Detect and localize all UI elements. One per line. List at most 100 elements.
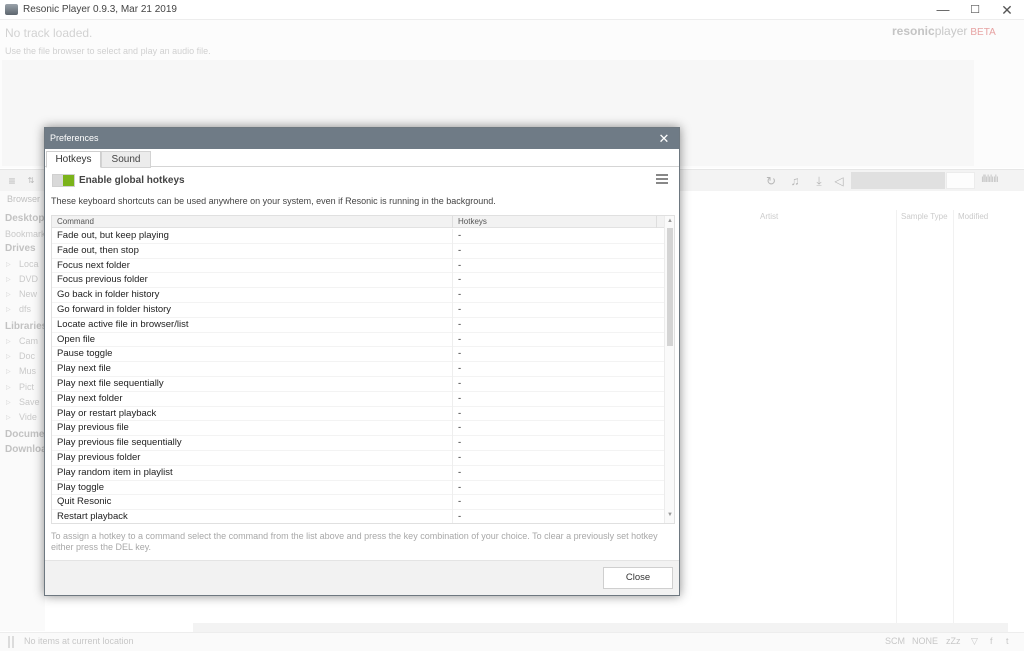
hotkey-cell[interactable]: - bbox=[458, 230, 461, 241]
expand-arrow-icon[interactable]: ▷ bbox=[6, 353, 11, 360]
global-hotkeys-label[interactable]: Enable global hotkeys bbox=[79, 175, 185, 186]
twitter-icon[interactable]: t bbox=[1006, 636, 1009, 646]
up-down-arrows-icon[interactable]: ⇅ bbox=[22, 172, 40, 190]
table-row[interactable]: Play next folder - bbox=[52, 392, 664, 407]
table-row[interactable]: Play or restart playback - bbox=[52, 407, 664, 422]
table-row[interactable]: Play random item in playlist - bbox=[52, 466, 664, 481]
close-button[interactable]: Close bbox=[603, 567, 673, 589]
scroll-up-icon[interactable]: ▲ bbox=[667, 218, 673, 224]
column-header-command[interactable]: Command bbox=[57, 217, 94, 226]
table-row[interactable]: Fade out, then stop - bbox=[52, 244, 664, 259]
command-cell: Focus previous folder bbox=[57, 274, 148, 286]
sidebar-item[interactable]: Drives bbox=[5, 243, 36, 254]
vertical-scrollbar[interactable]: ▲ ▼ bbox=[664, 216, 674, 523]
table-row[interactable]: Locate active file in browser/list - bbox=[52, 318, 664, 333]
hotkey-cell[interactable]: - bbox=[458, 245, 461, 256]
mute-icon[interactable]: ◁ bbox=[830, 172, 848, 190]
hotkey-cell[interactable]: - bbox=[458, 334, 461, 345]
sidebar-item[interactable]: Libraries bbox=[5, 321, 47, 332]
expand-arrow-icon[interactable]: ▷ bbox=[6, 276, 11, 283]
filter-icon[interactable]: ▽ bbox=[971, 636, 978, 647]
expand-arrow-icon[interactable]: ▷ bbox=[6, 399, 11, 406]
column-header-hotkeys[interactable]: Hotkeys bbox=[458, 217, 487, 226]
hotkey-cell[interactable]: - bbox=[458, 319, 461, 330]
scroll-down-icon[interactable]: ▼ bbox=[667, 512, 673, 518]
table-row[interactable]: Pause toggle - bbox=[52, 347, 664, 363]
table-row[interactable]: Focus next folder - bbox=[52, 259, 664, 274]
expand-arrow-icon[interactable]: ▷ bbox=[6, 306, 11, 313]
window-close-button[interactable]: ✕ bbox=[990, 0, 1024, 20]
options-menu-icon[interactable] bbox=[656, 173, 668, 185]
horizontal-scrollbar[interactable] bbox=[193, 623, 1008, 632]
expand-arrow-icon[interactable]: ▷ bbox=[6, 338, 11, 345]
sidebar-item[interactable]: Doc bbox=[19, 351, 35, 361]
menu-icon[interactable]: ≡ bbox=[3, 172, 21, 190]
column-header-modified[interactable]: Modified bbox=[958, 212, 988, 221]
hotkey-cell[interactable]: - bbox=[458, 496, 461, 507]
table-row[interactable]: Fade out, but keep playing - bbox=[52, 229, 664, 244]
sidebar-item[interactable]: Mus bbox=[19, 366, 36, 376]
table-row[interactable]: Focus previous folder - bbox=[52, 273, 664, 289]
table-row[interactable]: Play previous file - bbox=[52, 421, 664, 437]
table-row[interactable]: Play next file - bbox=[52, 362, 664, 377]
hotkey-cell[interactable]: - bbox=[458, 482, 461, 493]
status-sleep[interactable]: zZz bbox=[946, 636, 961, 646]
table-row[interactable]: Quit Resonic - bbox=[52, 495, 664, 511]
scrollbar-thumb[interactable] bbox=[667, 228, 673, 346]
expand-arrow-icon[interactable]: ▷ bbox=[6, 261, 11, 268]
hotkey-cell[interactable]: - bbox=[458, 378, 461, 389]
sidebar-item[interactable]: New bbox=[19, 289, 37, 299]
table-row[interactable]: Restart playback - bbox=[52, 510, 664, 523]
hotkey-cell[interactable]: - bbox=[458, 304, 461, 315]
refresh-icon[interactable]: ↻ bbox=[762, 172, 780, 190]
volume-slider[interactable] bbox=[851, 172, 945, 189]
hotkey-cell[interactable]: - bbox=[458, 452, 461, 463]
hotkey-cell[interactable]: - bbox=[458, 408, 461, 419]
hotkey-cell[interactable]: - bbox=[458, 437, 461, 448]
dialog-close-icon[interactable]: ✕ bbox=[652, 128, 676, 149]
sidebar-item[interactable]: Cam bbox=[19, 336, 38, 346]
download-icon[interactable]: ⤓ bbox=[810, 172, 828, 190]
minimize-button[interactable]: — bbox=[926, 0, 960, 20]
table-row[interactable]: Play next file sequentially - bbox=[52, 377, 664, 392]
table-row[interactable]: Open file - bbox=[52, 333, 664, 348]
sidebar-item[interactable]: Vide bbox=[19, 412, 37, 422]
hotkey-cell[interactable]: - bbox=[458, 363, 461, 374]
sidebar-item[interactable]: dfs bbox=[19, 304, 31, 314]
expand-arrow-icon[interactable]: ▷ bbox=[6, 368, 11, 375]
table-row[interactable]: Play toggle - bbox=[52, 481, 664, 496]
sidebar-item[interactable]: Save bbox=[19, 397, 40, 407]
hotkey-cell[interactable]: - bbox=[458, 511, 461, 522]
expand-arrow-icon[interactable]: ▷ bbox=[6, 291, 11, 298]
table-row[interactable]: Play previous file sequentially - bbox=[52, 436, 664, 451]
tab-hotkeys[interactable]: Hotkeys bbox=[46, 151, 101, 168]
hotkey-cell[interactable]: - bbox=[458, 289, 461, 300]
hotkey-cell[interactable]: - bbox=[458, 260, 461, 271]
sidebar-item[interactable]: Desktop bbox=[5, 213, 44, 224]
expand-arrow-icon[interactable]: ▷ bbox=[6, 384, 11, 391]
table-row[interactable]: Go forward in folder history - bbox=[52, 303, 664, 318]
global-hotkeys-toggle[interactable] bbox=[52, 174, 75, 187]
hotkey-cell[interactable]: - bbox=[458, 348, 461, 359]
hotkey-cell[interactable]: - bbox=[458, 274, 461, 285]
sidebar-item[interactable]: Downloa bbox=[5, 444, 47, 455]
expand-arrow-icon[interactable]: ▷ bbox=[6, 414, 11, 421]
table-row[interactable]: Play previous folder - bbox=[52, 451, 664, 466]
column-header-sample-type[interactable]: Sample Type bbox=[901, 212, 948, 221]
status-none[interactable]: NONE bbox=[912, 636, 938, 646]
hotkey-cell[interactable]: - bbox=[458, 467, 461, 478]
table-row[interactable]: Go back in folder history - bbox=[52, 288, 664, 303]
sidebar-item[interactable]: DVD bbox=[19, 274, 38, 284]
sidebar-item[interactable]: Documer bbox=[5, 429, 48, 440]
hotkey-cell[interactable]: - bbox=[458, 422, 461, 433]
tab-browser[interactable]: Browser bbox=[7, 194, 40, 204]
tab-sound[interactable]: Sound bbox=[101, 151, 151, 168]
column-header-artist[interactable]: Artist bbox=[760, 212, 778, 221]
sidebar-item[interactable]: Loca bbox=[19, 259, 39, 269]
maximize-button[interactable]: ☐ bbox=[958, 0, 992, 20]
headphones-icon[interactable]: ♫ bbox=[786, 172, 804, 190]
hotkey-cell[interactable]: - bbox=[458, 393, 461, 404]
facebook-icon[interactable]: f bbox=[990, 636, 993, 646]
status-scm[interactable]: SCM bbox=[885, 636, 905, 646]
sidebar-item[interactable]: Pict bbox=[19, 382, 34, 392]
